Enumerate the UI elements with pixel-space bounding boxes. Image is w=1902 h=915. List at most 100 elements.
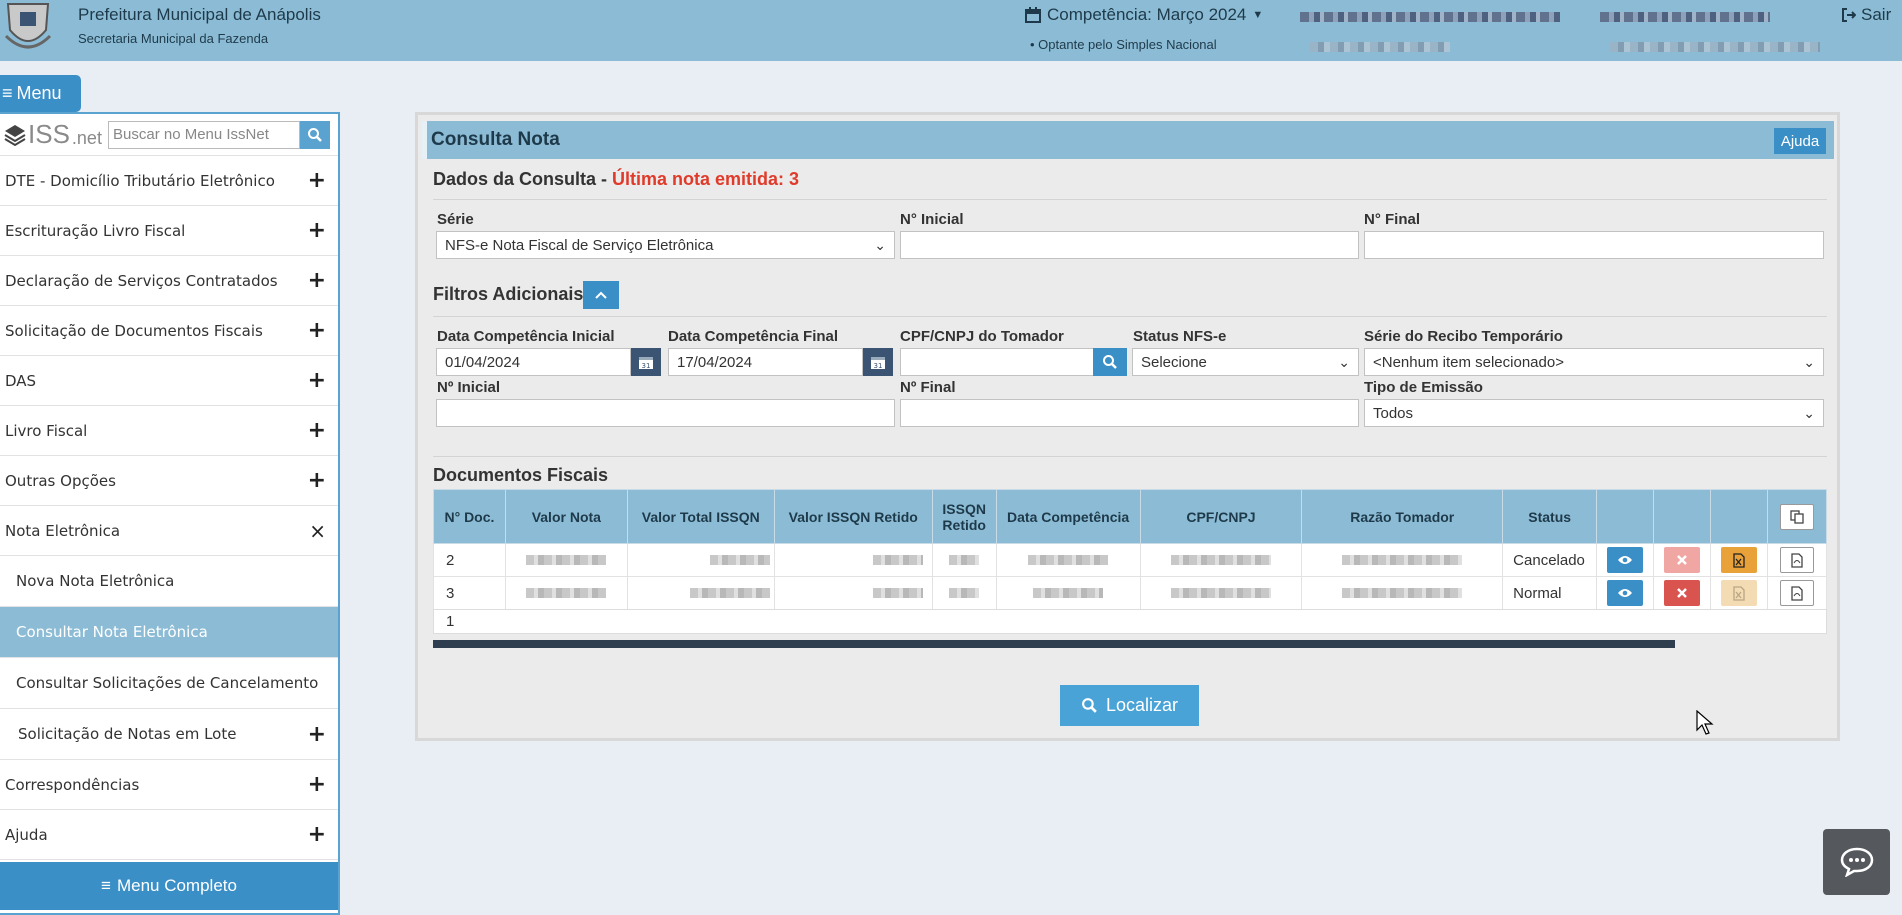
pager-page-1[interactable]: 1	[446, 613, 454, 630]
sidebar-item-nota-eletronica[interactable]: Nota Eletrônica ×	[0, 506, 338, 556]
sidebar-item-label: Nota Eletrônica	[5, 521, 121, 540]
n-inicial-input[interactable]	[900, 231, 1359, 259]
sidebar-subitem-label: Consultar Nota Eletrônica	[16, 623, 208, 641]
cell-redacted	[1301, 543, 1504, 577]
n-final-label: N° Final	[1364, 211, 1421, 228]
cpf-tomador-input[interactable]	[900, 348, 1095, 376]
menu-toggle-button[interactable]: ≡ Menu	[0, 75, 81, 112]
close-icon	[1677, 555, 1687, 565]
cell-redacted	[1139, 543, 1303, 577]
redacted-user-id	[1610, 42, 1820, 52]
view-button[interactable]	[1607, 580, 1644, 606]
cancel-note-button[interactable]	[1664, 580, 1701, 606]
sidebar-search-button[interactable]	[300, 120, 330, 149]
col-header-cancel	[1653, 489, 1712, 544]
status-nfse-select[interactable]: Selecione ⌄	[1132, 348, 1359, 376]
export-xml-button[interactable]	[1720, 547, 1757, 573]
sidebar-subitem-consultar-cancelamento[interactable]: Consultar Solicitações de Cancelamento	[0, 658, 338, 709]
n-final-filtro-input[interactable]	[900, 399, 1359, 427]
sidebar-subitem-label: Nova Nota Eletrônica	[16, 572, 175, 590]
competencia-dropdown[interactable]: Competência: Março 2024 ▼	[1025, 5, 1263, 25]
batch-print-button[interactable]	[1779, 503, 1814, 530]
pdf-button[interactable]	[1779, 547, 1814, 573]
tipo-emissao-select[interactable]: Todos ⌄	[1364, 399, 1824, 427]
col-header-issqn-retido-valor[interactable]: Valor ISSQN Retido	[773, 489, 933, 544]
table-pager: 1	[433, 609, 1827, 634]
status-nfse-label: Status NFS-e	[1133, 328, 1227, 345]
sidebar-subitem-consultar-nota[interactable]: Consultar Nota Eletrônica	[0, 607, 338, 658]
col-header-total-issqn[interactable]: Valor Total ISSQN	[626, 489, 775, 544]
org-title: Prefeitura Municipal de Anápolis	[78, 5, 321, 24]
serie-recibo-select[interactable]: <Nenhum item selecionado> ⌄	[1364, 348, 1824, 376]
chat-widget-button[interactable]	[1823, 829, 1890, 895]
col-header-status[interactable]: Status	[1502, 489, 1598, 544]
col-header-view	[1596, 489, 1655, 544]
col-header-data-competencia[interactable]: Data Competência	[995, 489, 1141, 544]
sidebar-item-dte[interactable]: DTE - Domicílio Tributário Eletrônico +	[0, 156, 338, 206]
sidebar-item-das[interactable]: DAS +	[0, 356, 338, 406]
redacted-user-name	[1600, 12, 1770, 22]
col-header-issqn-retido[interactable]: ISSQN Retido	[931, 489, 997, 544]
help-button[interactable]: Ajuda	[1774, 128, 1826, 154]
n-inicial-filtro-input[interactable]	[436, 399, 895, 427]
cell-redacted	[626, 576, 775, 610]
sidebar-item-ajuda[interactable]: Ajuda +	[0, 810, 338, 860]
col-header-doc[interactable]: N° Doc.	[433, 489, 506, 544]
filtros-collapse-button[interactable]	[583, 281, 619, 309]
menu-completo-button[interactable]: ≡ Menu Completo	[0, 862, 338, 910]
sidebar-item-label: Outras Opções	[5, 471, 116, 490]
pdf-button[interactable]	[1779, 580, 1814, 606]
data-comp-inicial-input[interactable]: 01/04/2024	[436, 348, 631, 376]
hamburger-icon: ≡	[101, 876, 111, 895]
n-final-input[interactable]	[1364, 231, 1824, 259]
serie-label: Série	[437, 211, 474, 228]
col-header-cpf-cnpj[interactable]: CPF/CNPJ	[1139, 489, 1303, 544]
expand-plus-icon: +	[307, 772, 326, 797]
col-header-valor-nota[interactable]: Valor Nota	[504, 489, 628, 544]
expand-plus-icon: +	[307, 468, 326, 493]
collapse-close-icon: ×	[309, 518, 326, 543]
sidebar-item-solicitacao-documentos[interactable]: Solicitação de Documentos Fiscais +	[0, 306, 338, 356]
menu-completo-label: Menu Completo	[116, 876, 237, 895]
sidebar-subitem-nova-nota[interactable]: Nova Nota Eletrônica	[0, 556, 338, 607]
col-header-razao-tomador[interactable]: Razão Tomador	[1301, 489, 1504, 544]
expand-plus-icon: +	[307, 822, 326, 847]
cell-redacted	[1301, 576, 1504, 610]
serie-recibo-label: Série do Recibo Temporário	[1364, 328, 1563, 345]
eye-icon	[1618, 556, 1633, 564]
file-pdf-icon	[1791, 585, 1803, 601]
table-horizontal-scrollbar[interactable]	[433, 640, 1675, 648]
sidebar-item-escrituracao[interactable]: Escrituração Livro Fiscal +	[0, 206, 338, 256]
divider	[433, 199, 1827, 200]
redacted-company-id	[1310, 42, 1450, 52]
date-picker-button[interactable]: 31	[863, 348, 893, 376]
serie-select[interactable]: NFS-e Nota Fiscal de Serviço Eletrônica …	[436, 231, 895, 259]
sidebar-item-outras-opcoes[interactable]: Outras Opções +	[0, 456, 338, 506]
date-picker-button[interactable]: 31	[631, 348, 661, 376]
data-comp-final-input[interactable]: 17/04/2024	[668, 348, 863, 376]
sidebar-search-input[interactable]	[108, 120, 300, 149]
sidebar-item-correspondencias[interactable]: Correspondências +	[0, 760, 338, 810]
sidebar-item-livro-fiscal[interactable]: Livro Fiscal +	[0, 406, 338, 456]
calendar-icon: 31	[871, 357, 885, 370]
table-header-row: N° Doc. Valor Nota Valor Total ISSQN Val…	[433, 489, 1828, 544]
dados-consulta-title: Dados da Consulta - Última nota emitida:…	[433, 169, 799, 190]
calendar-icon: 31	[639, 357, 653, 370]
logout-label: Sair	[1861, 5, 1892, 24]
logout-button[interactable]: Sair	[1842, 5, 1891, 25]
view-button[interactable]	[1607, 547, 1644, 573]
sidebar-item-label: Ajuda	[5, 825, 48, 844]
tipo-emissao-label: Tipo de Emissão	[1364, 379, 1483, 396]
tomador-search-button[interactable]	[1093, 348, 1127, 376]
localizar-button[interactable]: Localizar	[1060, 685, 1199, 726]
sidebar-subitem-label: Solicitação de Notas em Lote	[18, 725, 237, 743]
sidebar-item-declaracao[interactable]: Declaração de Serviços Contratados +	[0, 256, 338, 306]
data-comp-inicial-value: 01/04/2024	[445, 353, 521, 371]
export-xml-button-disabled	[1720, 580, 1757, 606]
cell-redacted	[995, 543, 1141, 577]
sidebar-subitem-notas-lote[interactable]: Solicitação de Notas em Lote +	[0, 709, 338, 760]
chat-bubble-icon	[1840, 847, 1873, 877]
n-inicial-label: N° Inicial	[900, 211, 964, 228]
sidebar-item-label: Correspondências	[5, 775, 140, 794]
cell-redacted	[1139, 576, 1303, 610]
